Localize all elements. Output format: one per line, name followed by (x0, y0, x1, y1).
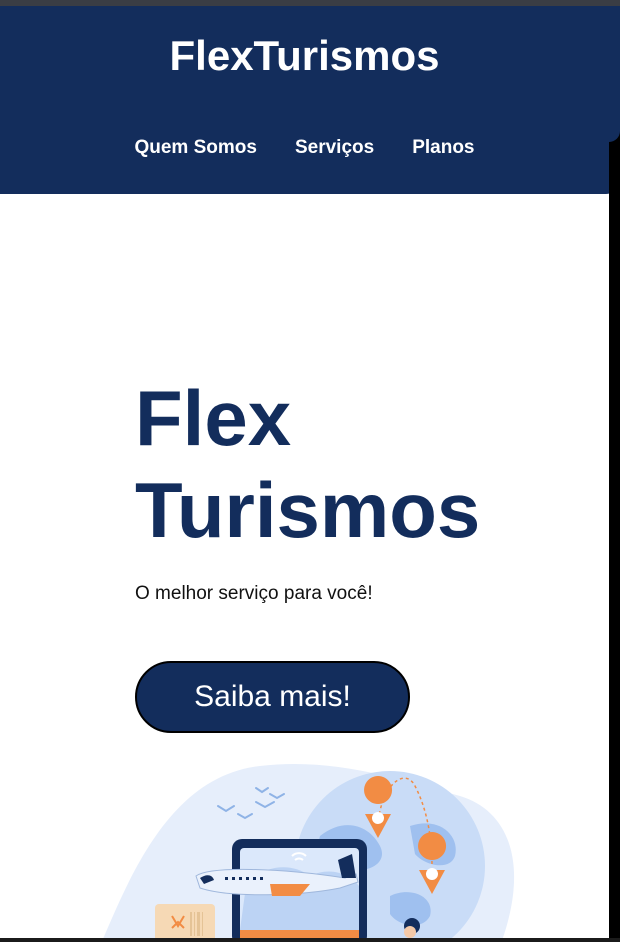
main-nav: Quem Somos Serviços Planos (0, 134, 609, 162)
hero-title-line2: Turismos (135, 466, 481, 554)
saiba-mais-button[interactable]: Saiba mais! (135, 661, 410, 733)
hero-subtitle: O melhor serviço para você! (135, 583, 373, 604)
travel-illustration (102, 764, 515, 940)
hero-title-line1: Flex (135, 374, 292, 462)
browser-viewport: FlexTurismos Quem Somos Serviços Planos … (0, 0, 620, 942)
page: FlexTurismos Quem Somos Serviços Planos … (0, 6, 609, 940)
ticket-icon (155, 904, 215, 940)
nav-link-quem-somos[interactable]: Quem Somos (134, 134, 256, 162)
bottom-edge (0, 938, 620, 942)
header-extension (609, 6, 620, 142)
site-header: FlexTurismos Quem Somos Serviços Planos (0, 6, 609, 194)
nav-link-servicos[interactable]: Serviços (295, 134, 374, 162)
brand-logo[interactable]: FlexTurismos (0, 30, 609, 82)
nav-link-planos[interactable]: Planos (412, 134, 474, 162)
hero-title: Flex Turismos (135, 372, 480, 556)
